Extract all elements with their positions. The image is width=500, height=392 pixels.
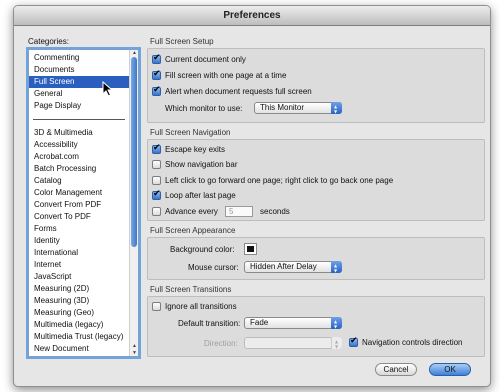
category-item-multimedia-trust-legacy[interactable]: Multimedia Trust (legacy) xyxy=(29,331,129,343)
scroll-up-arrow-icon[interactable]: ▲ xyxy=(131,50,138,56)
loop-after-last-page-checkbox[interactable] xyxy=(152,189,161,200)
monitor-select-value: This Monitor xyxy=(260,103,305,112)
category-item-new-document[interactable]: New Document xyxy=(29,343,129,355)
loop-after-last-page-label: Loop after last page xyxy=(165,191,236,200)
transitions-section: Ignore all transitions Default transitio… xyxy=(147,296,485,357)
ok-button[interactable]: OK xyxy=(429,363,471,376)
preferences-dialog: Preferences Categories: Commenting Docum… xyxy=(13,5,491,387)
mouse-pointer-icon xyxy=(102,81,114,97)
category-item-internet[interactable]: Internet xyxy=(29,259,129,271)
appearance-section-title: Full Screen Appearance xyxy=(150,226,236,235)
category-item-catalog[interactable]: Catalog xyxy=(29,175,129,187)
monitor-select[interactable]: This Monitor xyxy=(254,102,342,117)
advance-every-checkbox[interactable] xyxy=(152,207,161,216)
left-click-forward-checkbox[interactable] xyxy=(152,176,161,185)
category-item-identity[interactable]: Identity xyxy=(29,235,129,247)
background-color-swatch[interactable] xyxy=(244,243,257,255)
categories-scrollbar[interactable]: ▲ ▲ ▼ xyxy=(129,50,138,356)
ignore-transitions-label: Ignore all transitions xyxy=(165,302,237,311)
escape-key-label: Escape key exits xyxy=(165,145,226,154)
fill-screen-label: Fill screen with one page at a time xyxy=(165,71,287,80)
category-item-commenting[interactable]: Commenting xyxy=(29,52,129,64)
scroll-thumb[interactable] xyxy=(131,57,137,247)
category-item-multimedia-legacy[interactable]: Multimedia (legacy) xyxy=(29,319,129,331)
categories-list[interactable]: Commenting Documents Full Screen General… xyxy=(28,49,139,357)
popup-arrows-icon xyxy=(331,102,342,117)
categories-label: Categories: xyxy=(28,37,69,46)
category-item-batch-processing[interactable]: Batch Processing xyxy=(29,163,129,175)
category-item-international[interactable]: International xyxy=(29,247,129,259)
window-title: Preferences xyxy=(14,6,490,26)
advance-seconds-input[interactable]: 5 xyxy=(225,206,253,217)
category-item-full-screen[interactable]: Full Screen xyxy=(29,76,129,88)
advance-every-label: Advance every xyxy=(165,207,218,216)
category-item-3d-multimedia[interactable]: 3D & Multimedia xyxy=(29,127,129,139)
mouse-cursor-label: Mouse cursor: xyxy=(188,263,239,272)
ignore-transitions-checkbox[interactable] xyxy=(152,302,161,311)
show-navigation-bar-label: Show navigation bar xyxy=(165,160,238,169)
category-item-page-display[interactable]: Page Display xyxy=(29,100,129,112)
navigation-section: Escape key exits Show navigation bar Lef… xyxy=(147,139,485,221)
appearance-section: Background color: Mouse cursor: Hidden A… xyxy=(147,237,485,280)
show-navigation-bar-checkbox[interactable] xyxy=(152,160,161,169)
category-item-javascript[interactable]: JavaScript xyxy=(29,271,129,283)
navigation-section-title: Full Screen Navigation xyxy=(150,128,231,137)
seconds-label: seconds xyxy=(260,207,290,216)
mouse-cursor-select-value: Hidden After Delay xyxy=(250,262,317,271)
current-document-only-label: Current document only xyxy=(165,55,246,64)
setup-section-title: Full Screen Setup xyxy=(150,37,214,46)
category-item-convert-from-pdf[interactable]: Convert From PDF xyxy=(29,199,129,211)
scroll-up-arrow-icon[interactable]: ▲ xyxy=(131,343,138,349)
category-divider xyxy=(33,119,125,120)
left-click-forward-label: Left click to go forward one page; right… xyxy=(165,176,394,185)
background-color-label: Background color: xyxy=(170,245,235,254)
scroll-down-arrow-icon[interactable]: ▼ xyxy=(131,350,138,356)
cancel-button[interactable]: Cancel xyxy=(375,363,417,376)
popup-arrows-icon xyxy=(331,317,342,332)
category-item-forms[interactable]: Forms xyxy=(29,223,129,235)
current-document-only-checkbox[interactable] xyxy=(152,53,161,64)
alert-full-screen-checkbox[interactable] xyxy=(152,85,161,96)
category-item-general[interactable]: General xyxy=(29,88,129,100)
category-item-measuring-3d[interactable]: Measuring (3D) xyxy=(29,295,129,307)
direction-label: Direction: xyxy=(204,339,238,348)
default-transition-select[interactable]: Fade xyxy=(244,317,342,332)
default-transition-label: Default transition: xyxy=(178,319,241,328)
category-item-convert-to-pdf[interactable]: Convert To PDF xyxy=(29,211,129,223)
transitions-section-title: Full Screen Transitions xyxy=(150,285,232,294)
category-item-documents[interactable]: Documents xyxy=(29,64,129,76)
default-transition-select-value: Fade xyxy=(250,318,269,327)
navigation-controls-direction-label: Navigation controls direction xyxy=(362,338,463,347)
escape-key-checkbox[interactable] xyxy=(152,143,161,154)
monitor-label: Which monitor to use: xyxy=(165,104,243,113)
direction-select[interactable] xyxy=(244,337,342,352)
category-item-color-management[interactable]: Color Management xyxy=(29,187,129,199)
fill-screen-checkbox[interactable] xyxy=(152,69,161,80)
category-item-measuring-geo[interactable]: Measuring (Geo) xyxy=(29,307,129,319)
category-item-acrobat-com[interactable]: Acrobat.com xyxy=(29,151,129,163)
setup-section: Current document only Fill screen with o… xyxy=(147,48,485,123)
navigation-controls-direction-checkbox[interactable] xyxy=(349,336,358,347)
alert-full-screen-label: Alert when document requests full screen xyxy=(165,87,312,96)
popup-arrows-icon xyxy=(331,261,342,276)
mouse-cursor-select[interactable]: Hidden After Delay xyxy=(244,261,342,276)
category-item-accessibility[interactable]: Accessibility xyxy=(29,139,129,151)
popup-arrows-icon xyxy=(331,337,342,352)
category-item-measuring-2d[interactable]: Measuring (2D) xyxy=(29,283,129,295)
